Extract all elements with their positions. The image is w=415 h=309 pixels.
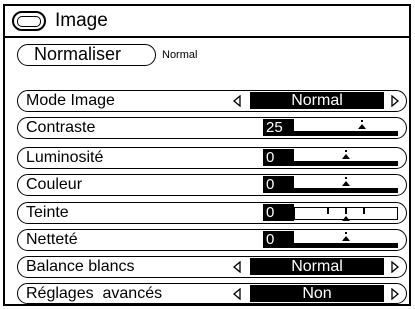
slider-bar[interactable] — [294, 188, 398, 193]
left-arrow-icon[interactable] — [230, 257, 244, 277]
row-couleur[interactable]: Couleur 0 — [17, 174, 407, 196]
normalize-row: Normaliser Normal — [17, 43, 407, 66]
row-contraste[interactable]: Contraste 25 — [17, 117, 407, 139]
row-nettete[interactable]: Netteté 0 — [17, 229, 407, 251]
row-label: Contraste — [26, 119, 96, 136]
row-reglages-avances[interactable]: Réglages avancés Non — [17, 283, 407, 304]
screen-icon — [12, 11, 46, 31]
right-arrow-icon[interactable] — [388, 91, 402, 111]
left-arrow-icon[interactable] — [230, 91, 244, 111]
normalize-status: Normal — [162, 48, 198, 61]
normalize-button[interactable]: Normaliser — [17, 43, 156, 66]
row-label: Balance blancs — [26, 258, 135, 275]
row-balance-blancs[interactable]: Balance blancs Normal — [17, 256, 407, 278]
slider-bar[interactable] — [294, 131, 398, 136]
right-arrow-icon[interactable] — [388, 284, 402, 304]
row-label: Netteté — [26, 231, 78, 248]
row-luminosite[interactable]: Luminosité 0 — [17, 147, 407, 169]
row-mode-image[interactable]: Mode Image Normal — [17, 90, 407, 112]
slider-pointer-icon[interactable] — [340, 150, 352, 160]
slider-value: 0 — [263, 149, 294, 166]
select-value: Normal — [250, 92, 384, 109]
slider-value: 0 — [263, 231, 294, 248]
slider-bar[interactable] — [294, 161, 398, 166]
normalize-button-label: Normaliser — [34, 44, 122, 64]
select-value: Non — [250, 285, 384, 302]
row-label: Couleur — [26, 176, 83, 193]
menu-title: Image — [55, 10, 108, 31]
image-menu-panel: Image Normaliser Normal Mode Image Norma… — [3, 4, 411, 306]
slider-pointer-icon[interactable] — [340, 177, 352, 187]
row-label: Mode Image — [26, 92, 115, 109]
menu-title-bar: Image — [5, 6, 409, 38]
row-label: Luminosité — [26, 149, 104, 166]
left-arrow-icon[interactable] — [230, 284, 244, 304]
slider-pointer-icon[interactable] — [340, 212, 352, 222]
right-arrow-icon[interactable] — [388, 257, 402, 277]
row-teinte[interactable]: Teinte 0 — [17, 202, 407, 224]
slider-pointer-icon[interactable] — [340, 232, 352, 242]
slider-value: 25 — [263, 119, 294, 136]
slider-value: 0 — [263, 176, 294, 193]
row-label: Teinte — [26, 204, 69, 221]
select-value: Normal — [250, 258, 384, 275]
slider-value: 0 — [263, 204, 294, 221]
slider-bar[interactable] — [294, 243, 398, 248]
slider-pointer-icon[interactable] — [356, 120, 368, 130]
row-label: Réglages avancés — [26, 285, 163, 302]
